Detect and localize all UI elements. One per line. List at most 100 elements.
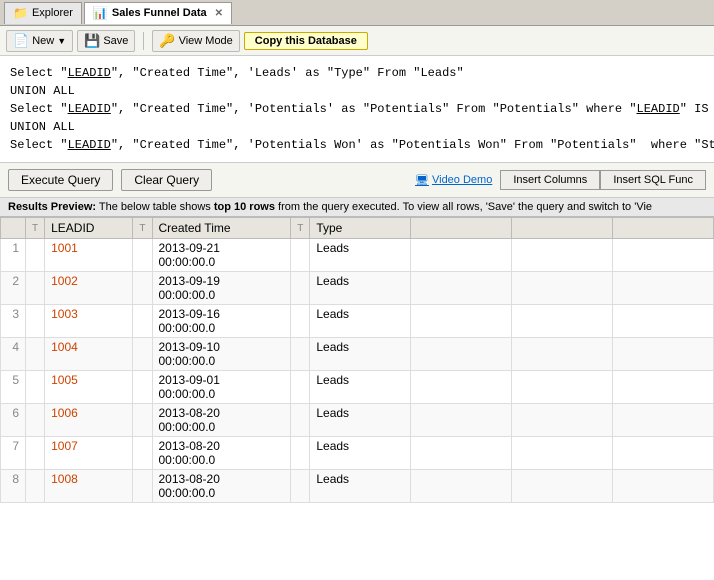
cell-extra3 xyxy=(613,404,714,437)
cell-t1 xyxy=(26,404,45,437)
cell-rownum: 6 xyxy=(1,404,26,437)
cell-t1 xyxy=(26,470,45,503)
insert-columns-tab[interactable]: Insert Columns xyxy=(500,170,600,190)
sql-editor[interactable]: Select "LEADID", "Created Time", 'Leads'… xyxy=(0,56,714,163)
execute-query-button[interactable]: Execute Query xyxy=(8,169,113,191)
new-dropdown-arrow: ▼ xyxy=(57,36,66,46)
cell-t3 xyxy=(291,404,310,437)
cell-created-time: 2013-08-2000:00:00.0 xyxy=(152,470,291,503)
cell-rownum: 1 xyxy=(1,239,26,272)
tab-explorer[interactable]: 📁 Explorer xyxy=(4,2,82,24)
cell-leadid: 1002 xyxy=(45,272,133,305)
cell-rownum: 3 xyxy=(1,305,26,338)
video-demo-link[interactable]: 🖥 Video Demo xyxy=(415,174,492,187)
cell-t2 xyxy=(133,470,152,503)
cell-leadid: 1004 xyxy=(45,338,133,371)
cell-extra2 xyxy=(512,239,613,272)
cell-rownum: 4 xyxy=(1,338,26,371)
cell-type-val: Leads xyxy=(310,404,411,437)
cell-t2 xyxy=(133,371,152,404)
toolbar: 📄 New ▼ 💾 Save 🔑 View Mode Copy this Dat… xyxy=(0,26,714,56)
tab-sales-funnel[interactable]: 📊 Sales Funnel Data ✕ xyxy=(84,2,232,24)
cell-t3 xyxy=(291,338,310,371)
cell-t1 xyxy=(26,305,45,338)
cell-t1 xyxy=(26,272,45,305)
new-icon: 📄 xyxy=(13,33,29,49)
col-created-time-header: Created Time xyxy=(152,218,291,239)
view-mode-label: View Mode xyxy=(179,35,233,47)
insert-sql-func-tab[interactable]: Insert SQL Func xyxy=(600,170,706,190)
table-row: 3 1003 2013-09-1600:00:00.0 Leads xyxy=(1,305,714,338)
results-desc-2: from the query executed. To view all row… xyxy=(275,201,652,213)
cell-t1 xyxy=(26,437,45,470)
cell-extra2 xyxy=(512,272,613,305)
cell-extra3 xyxy=(613,239,714,272)
cell-extra3 xyxy=(613,437,714,470)
table-row: 4 1004 2013-09-1000:00:00.0 Leads xyxy=(1,338,714,371)
cell-extra1 xyxy=(411,470,512,503)
cell-t2 xyxy=(133,404,152,437)
explorer-icon: 📁 xyxy=(13,6,28,20)
sql-line-2: UNION ALL xyxy=(10,82,704,100)
cell-t3 xyxy=(291,239,310,272)
cell-extra1 xyxy=(411,404,512,437)
cell-rownum: 2 xyxy=(1,272,26,305)
cell-extra3 xyxy=(613,305,714,338)
view-mode-button[interactable]: 🔑 View Mode xyxy=(152,30,239,52)
results-top10: top 10 rows xyxy=(214,201,275,213)
cell-leadid: 1003 xyxy=(45,305,133,338)
cell-leadid: 1006 xyxy=(45,404,133,437)
cell-extra2 xyxy=(512,437,613,470)
cell-extra1 xyxy=(411,338,512,371)
cell-extra2 xyxy=(512,305,613,338)
cell-t2 xyxy=(133,338,152,371)
cell-extra1 xyxy=(411,437,512,470)
copy-database-button[interactable]: Copy this Database xyxy=(244,32,368,50)
results-preview-title: Results Preview: xyxy=(8,201,96,213)
cell-type-val: Leads xyxy=(310,470,411,503)
cell-t3 xyxy=(291,272,310,305)
cell-t3 xyxy=(291,371,310,404)
cell-extra2 xyxy=(512,404,613,437)
cell-extra1 xyxy=(411,272,512,305)
cell-t1 xyxy=(26,239,45,272)
table-row: 7 1007 2013-08-2000:00:00.0 Leads xyxy=(1,437,714,470)
cell-extra1 xyxy=(411,239,512,272)
new-button[interactable]: 📄 New ▼ xyxy=(6,30,73,52)
col-extra1-header xyxy=(411,218,512,239)
col-extra2-header xyxy=(512,218,613,239)
new-label: New xyxy=(32,35,54,47)
cell-leadid: 1001 xyxy=(45,239,133,272)
table-header-row: T LEADID T Created Time T Type xyxy=(1,218,714,239)
cell-t3 xyxy=(291,305,310,338)
table-row: 2 1002 2013-09-1900:00:00.0 Leads xyxy=(1,272,714,305)
tab-close-icon[interactable]: ✕ xyxy=(215,8,223,19)
cell-type-val: Leads xyxy=(310,338,411,371)
copy-db-label: Copy this Database xyxy=(255,35,357,47)
table-row: 6 1006 2013-08-2000:00:00.0 Leads xyxy=(1,404,714,437)
cell-extra3 xyxy=(613,272,714,305)
cell-t1 xyxy=(26,338,45,371)
cell-extra2 xyxy=(512,338,613,371)
sql-line-1: Select "LEADID", "Created Time", 'Leads'… xyxy=(10,64,704,82)
col-t2-header: T xyxy=(133,218,152,239)
results-table: T LEADID T Created Time T Type 1 1001 20… xyxy=(0,217,714,503)
clear-query-button[interactable]: Clear Query xyxy=(121,169,212,191)
col-leadid-header: LEADID xyxy=(45,218,133,239)
cell-extra1 xyxy=(411,305,512,338)
cell-created-time: 2013-09-1600:00:00.0 xyxy=(152,305,291,338)
col-t1-header: T xyxy=(26,218,45,239)
cell-rownum: 8 xyxy=(1,470,26,503)
cell-created-time: 2013-09-0100:00:00.0 xyxy=(152,371,291,404)
toolbar-separator xyxy=(143,32,144,50)
results-body: 1 1001 2013-09-2100:00:00.0 Leads 2 1002… xyxy=(1,239,714,503)
cell-leadid: 1008 xyxy=(45,470,133,503)
col-t3-header: T xyxy=(291,218,310,239)
col-type-header: Type xyxy=(310,218,411,239)
sql-line-3: Select "LEADID", "Created Time", 'Potent… xyxy=(10,100,704,118)
save-button[interactable]: 💾 Save xyxy=(77,30,135,52)
cell-type-val: Leads xyxy=(310,437,411,470)
cell-extra2 xyxy=(512,371,613,404)
cell-rownum: 5 xyxy=(1,371,26,404)
results-table-wrapper: T LEADID T Created Time T Type 1 1001 20… xyxy=(0,217,714,580)
